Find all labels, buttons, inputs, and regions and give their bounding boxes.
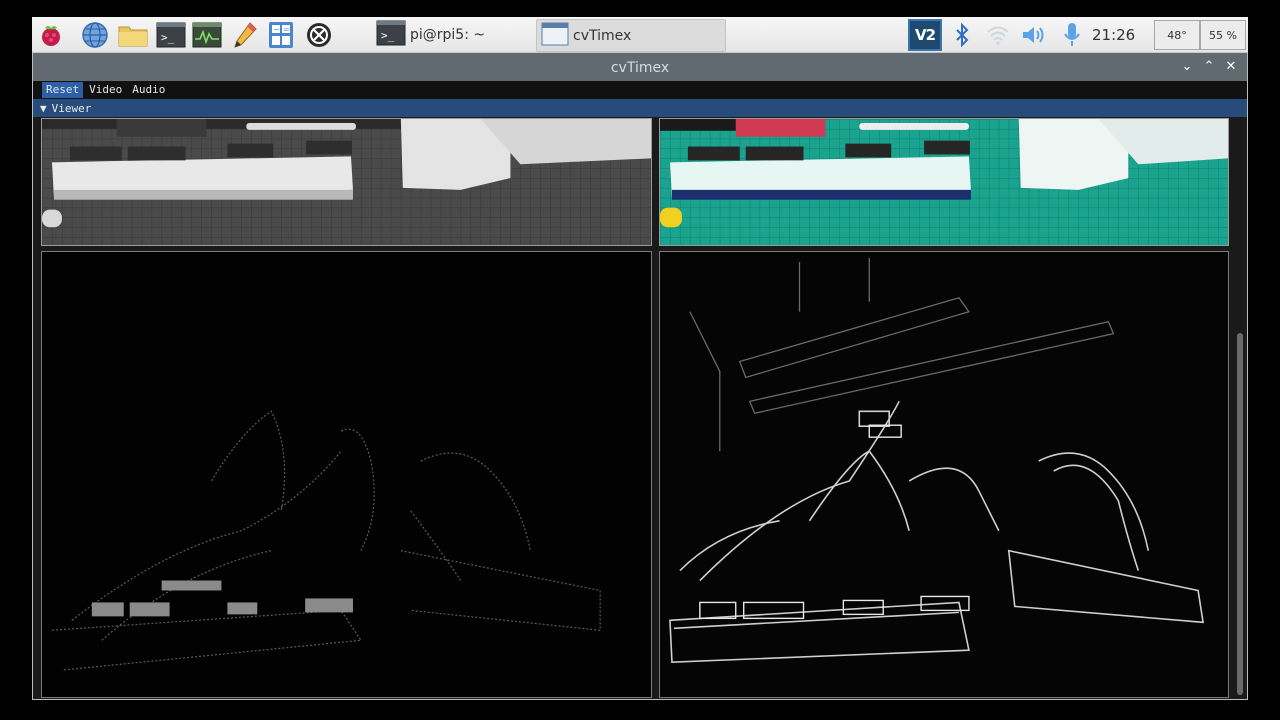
window-titlebar[interactable]: cvTimex ⌄ ⌃ ✕ [33, 53, 1247, 81]
taskbar-task-label: cvTimex [573, 27, 632, 44]
terminal-icon[interactable]: >_ [156, 21, 186, 49]
svg-text:=: = [283, 25, 290, 34]
web-browser-icon[interactable] [80, 21, 110, 49]
grayscale-feed [41, 118, 652, 246]
clock[interactable]: 21:26 [1092, 17, 1135, 53]
menu-video[interactable]: Video [85, 82, 126, 98]
raspberry-pi-connect-icon[interactable] [304, 21, 334, 49]
svg-text:−: − [273, 25, 280, 34]
svg-text:>_: >_ [381, 29, 395, 42]
window-title: cvTimex [610, 60, 670, 76]
app-window: cvTimex ⌄ ⌃ ✕ Reset Video Audio ▼ Viewer [32, 53, 1248, 700]
collapse-arrow-icon: ▼ [40, 101, 47, 115]
raspberry-menu-icon[interactable] [36, 21, 66, 49]
edge-detection-feed [659, 251, 1229, 698]
color-feed [659, 118, 1229, 246]
menubar: Reset Video Audio [33, 81, 1247, 99]
cpu-temperature-gauge[interactable]: 48° [1154, 20, 1200, 50]
menu-audio[interactable]: Audio [128, 82, 169, 98]
file-manager-icon[interactable] [118, 21, 148, 49]
microphone-icon[interactable] [1058, 22, 1086, 48]
taskbar: >_ − = >_ pi@rpi5: ~ cvTimex V2 21:26 48°… [32, 17, 1248, 53]
text-editor-icon[interactable] [230, 21, 260, 49]
close-button[interactable]: ✕ [1223, 59, 1239, 75]
viewer-label: Viewer [51, 101, 92, 115]
svg-text:>_: >_ [161, 31, 175, 44]
terminal-icon: >_ [376, 20, 406, 50]
taskbar-task-label: pi@rpi5: ~ [410, 27, 486, 43]
taskbar-task-cvtimex[interactable]: cvTimex [536, 19, 726, 52]
taskbar-task-terminal[interactable]: >_ pi@rpi5: ~ [376, 20, 556, 50]
volume-icon[interactable] [1020, 22, 1048, 48]
cpu-usage-gauge[interactable]: 55 % [1200, 20, 1246, 50]
vnc-server-icon[interactable]: V2 [908, 19, 942, 51]
minimize-button[interactable]: ⌄ [1179, 59, 1195, 75]
vertical-scrollbar[interactable] [1237, 333, 1243, 695]
wifi-icon[interactable] [984, 22, 1012, 48]
maximize-button[interactable]: ⌃ [1201, 59, 1217, 75]
calculator-icon[interactable]: − = [266, 21, 296, 49]
menu-reset[interactable]: Reset [42, 82, 84, 98]
task-manager-icon[interactable] [192, 21, 222, 49]
viewer-collapse-header[interactable]: ▼ Viewer [33, 99, 1247, 117]
motion-diff-feed [41, 251, 652, 698]
window-icon [541, 22, 569, 50]
bluetooth-icon[interactable] [948, 22, 976, 48]
